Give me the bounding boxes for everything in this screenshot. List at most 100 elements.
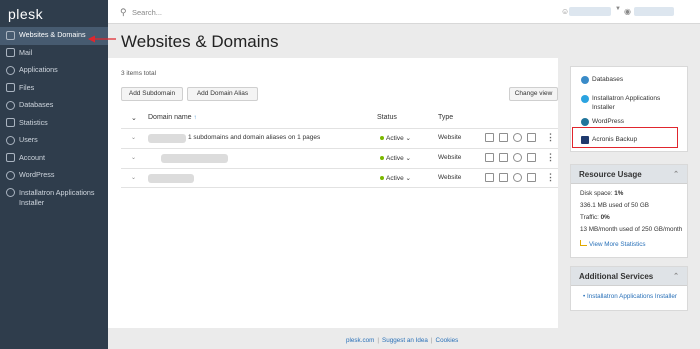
databases-icon <box>581 75 589 84</box>
database-icon[interactable] <box>513 153 522 162</box>
chart-icon <box>580 240 587 246</box>
sidebar-item-installatron[interactable]: Installatron Applications Installer <box>0 185 108 211</box>
add-subdomain-button[interactable]: Add Subdomain <box>121 87 183 101</box>
settings-icon[interactable] <box>527 173 536 182</box>
domain-name-redacted[interactable] <box>161 154 228 163</box>
link-label: View More Statistics <box>589 241 646 248</box>
sidebar-item-databases[interactable]: Databases <box>0 97 108 115</box>
footer: plesk.com | Suggest an Idea | Cookies <box>346 337 458 344</box>
change-view-button[interactable]: Change view <box>509 87 558 101</box>
mail-icon[interactable] <box>499 173 508 182</box>
additional-services-panel: Additional Services ⌃ • Installatron App… <box>570 266 688 311</box>
domain-name-redacted[interactable] <box>148 134 186 143</box>
status-dot <box>380 136 384 141</box>
folder-icon[interactable] <box>485 173 494 182</box>
traffic-line: Traffic: 0% <box>580 214 610 221</box>
more-options-icon[interactable]: ⋮ <box>546 172 555 183</box>
sidebar-item-wordpress[interactable]: WordPress <box>0 167 108 185</box>
applications-icon <box>6 65 15 75</box>
table-header: ⌄ Domain name ↑ Status Type <box>121 112 558 126</box>
sidebar-item-applications[interactable]: Applications <box>0 62 108 80</box>
folder-icon[interactable] <box>485 153 494 162</box>
service-link-installatron[interactable]: • Installatron Applications Installer <box>583 293 677 300</box>
page-title: Websites & Domains <box>121 32 279 51</box>
user-menu[interactable] <box>569 7 611 16</box>
chevron-up-icon[interactable]: ⌃ <box>673 272 679 280</box>
chevron-down-icon[interactable]: ⌄ <box>131 134 136 141</box>
more-options-icon[interactable]: ⋮ <box>546 152 555 163</box>
type-label: Website <box>438 154 462 161</box>
panel-title: Additional Services <box>579 272 654 281</box>
chevron-down-icon[interactable]: ⌄ <box>131 174 136 181</box>
installatron-icon <box>581 94 589 103</box>
link-wordpress[interactable]: WordPress <box>581 117 624 126</box>
sidebar: plesk Websites & Domains Mail Applicatio… <box>0 0 108 349</box>
user-icon: ☺ <box>561 7 570 16</box>
link-label: Databases <box>592 76 624 83</box>
sidebar-item-label: Installatron Applications Installer <box>19 187 95 207</box>
chevron-up-icon[interactable]: ⌃ <box>673 170 679 178</box>
traffic-value: 0% <box>600 214 610 221</box>
sidebar-item-statistics[interactable]: Statistics <box>0 115 108 133</box>
files-icon <box>6 83 15 92</box>
view-more-statistics-link[interactable]: View More Statistics <box>580 240 646 248</box>
search-input[interactable] <box>132 6 332 18</box>
footer-link-plesk[interactable]: plesk.com <box>346 337 374 344</box>
resource-usage-header[interactable]: Resource Usage ⌃ <box>571 165 687 184</box>
monitor-icon <box>6 30 15 40</box>
settings-icon[interactable] <box>527 133 536 142</box>
domain-name-redacted[interactable] <box>148 174 194 183</box>
mail-icon[interactable] <box>499 133 508 142</box>
table-row[interactable]: ⌄ Active ⌄ Website ⋮ <box>121 148 558 168</box>
expand-all-icon[interactable]: ⌄ <box>131 114 137 122</box>
settings-icon[interactable] <box>527 153 536 162</box>
statistics-icon <box>6 118 15 127</box>
wordpress-icon <box>6 170 15 180</box>
sidebar-item-users[interactable]: Users <box>0 132 108 150</box>
mail-icon[interactable] <box>499 153 508 162</box>
sidebar-item-label: Users <box>19 135 38 144</box>
subscription-selector[interactable] <box>634 7 674 16</box>
database-icon[interactable] <box>513 133 522 142</box>
sort-ascending-icon: ↑ <box>193 115 197 121</box>
add-domain-alias-button[interactable]: Add Domain Alias <box>187 87 258 101</box>
chevron-down-icon[interactable]: ⌄ <box>131 154 136 161</box>
plesk-logo[interactable]: plesk <box>0 0 108 27</box>
status-badge[interactable]: Active ⌄ <box>380 154 411 162</box>
table-row[interactable]: ⌄ 1 subdomains and domain aliases on 1 p… <box>121 128 558 148</box>
chevron-down-icon[interactable]: ▼ <box>615 6 621 12</box>
account-icon <box>6 153 15 162</box>
database-icon[interactable] <box>513 173 522 182</box>
databases-icon <box>6 100 15 110</box>
column-header-type[interactable]: Type <box>438 114 453 121</box>
additional-services-header[interactable]: Additional Services ⌃ <box>571 267 687 286</box>
status-badge[interactable]: Active ⌄ <box>380 174 411 182</box>
subscription-icon: ◉ <box>624 7 631 16</box>
link-databases[interactable]: Databases <box>581 75 623 84</box>
column-header-domain[interactable]: Domain name ↑ <box>148 114 197 121</box>
link-installatron[interactable]: Installatron Applications Installer <box>581 94 681 112</box>
domain-description: 1 subdomains and domain aliases on 1 pag… <box>188 134 321 141</box>
search-icon: ⚲ <box>120 7 127 17</box>
more-options-icon[interactable]: ⋮ <box>546 132 555 143</box>
annotation-arrow <box>88 35 116 43</box>
sidebar-item-label: Applications <box>19 65 58 74</box>
link-label: Installatron Applications Installer <box>592 95 661 111</box>
column-header-status[interactable]: Status <box>377 114 397 121</box>
table-row[interactable]: ⌄ Active ⌄ Website ⋮ <box>121 168 558 188</box>
disk-space-line: Disk space: 1% <box>580 190 623 197</box>
status-badge[interactable]: Active ⌄ <box>380 134 411 142</box>
status-label: Active <box>386 155 404 162</box>
sidebar-item-label: WordPress <box>19 170 55 179</box>
sidebar-item-files[interactable]: Files <box>0 80 108 98</box>
footer-link-suggest[interactable]: Suggest an Idea <box>382 337 428 344</box>
type-label: Website <box>438 134 462 141</box>
footer-separator: | <box>377 337 379 344</box>
sidebar-item-mail[interactable]: Mail <box>0 45 108 63</box>
footer-link-cookies[interactable]: Cookies <box>436 337 459 344</box>
folder-icon[interactable] <box>485 133 494 142</box>
disk-label: Disk space: <box>580 190 613 197</box>
sidebar-item-account[interactable]: Account <box>0 150 108 168</box>
annotation-highlight-box <box>572 127 678 148</box>
installatron-icon <box>6 188 15 197</box>
